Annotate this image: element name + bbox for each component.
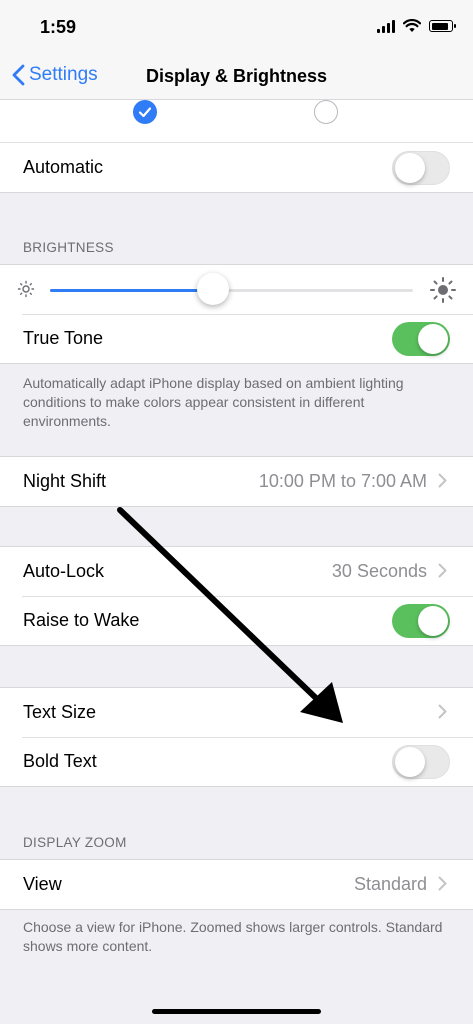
lock-group: Auto-Lock 30 Seconds Raise to Wake xyxy=(0,546,473,646)
brightness-slider-row xyxy=(0,265,473,314)
night-shift-row[interactable]: Night Shift 10:00 PM to 7:00 AM xyxy=(0,457,473,506)
chevron-right-icon xyxy=(438,876,447,891)
appearance-row xyxy=(0,100,473,142)
true-tone-toggle[interactable] xyxy=(392,321,450,356)
chevron-left-icon xyxy=(12,64,25,86)
navigation-bar: Settings Display & Brightness xyxy=(0,56,473,100)
bold-text-row: Bold Text xyxy=(0,737,473,786)
chevron-right-icon xyxy=(438,563,447,578)
cellular-signal-icon xyxy=(377,19,395,33)
true-tone-row: True Tone xyxy=(0,314,473,363)
view-label: View xyxy=(23,874,62,894)
auto-lock-label: Auto-Lock xyxy=(23,561,105,581)
auto-lock-row[interactable]: Auto-Lock 30 Seconds xyxy=(0,547,473,596)
brightness-slider-fill xyxy=(50,289,214,292)
night-shift-value: 10:00 PM to 7:00 AM xyxy=(258,471,427,491)
wifi-icon xyxy=(403,19,421,32)
raise-to-wake-label: Raise to Wake xyxy=(23,610,140,630)
view-value: Standard xyxy=(353,874,427,894)
display-zoom-footnote: Choose a view for iPhone. Zoomed shows l… xyxy=(23,919,443,954)
text-size-row[interactable]: Text Size xyxy=(0,688,473,737)
back-button[interactable]: Settings xyxy=(12,64,98,86)
back-label: Settings xyxy=(29,64,98,85)
home-indicator[interactable] xyxy=(152,1009,321,1014)
sun-small-icon xyxy=(17,280,35,298)
view-row[interactable]: View Standard xyxy=(0,860,473,909)
automatic-label: Automatic xyxy=(23,157,104,177)
chevron-right-icon xyxy=(438,704,447,719)
sun-large-icon xyxy=(430,277,456,303)
bold-text-toggle[interactable] xyxy=(392,744,450,779)
status-bar: 1:59 xyxy=(0,0,473,56)
raise-to-wake-toggle[interactable] xyxy=(392,603,450,638)
text-size-label: Text Size xyxy=(23,702,97,722)
night-shift-label: Night Shift xyxy=(23,471,107,491)
auto-lock-value: 30 Seconds xyxy=(331,561,427,581)
true-tone-label: True Tone xyxy=(23,328,104,348)
bold-text-label: Bold Text xyxy=(23,751,97,771)
display-zoom-header: DISPLAY ZOOM xyxy=(23,835,127,850)
automatic-toggle[interactable] xyxy=(392,150,450,185)
automatic-row: Automatic xyxy=(0,143,473,192)
checkmark-icon xyxy=(138,107,152,118)
night-shift-group: Night Shift 10:00 PM to 7:00 AM xyxy=(0,456,473,507)
display-zoom-group: View Standard xyxy=(0,859,473,910)
raise-to-wake-row: Raise to Wake xyxy=(0,596,473,645)
status-icons xyxy=(377,19,456,33)
true-tone-footnote: Automatically adapt iPhone display based… xyxy=(23,375,404,429)
text-group: Text Size Bold Text xyxy=(0,687,473,787)
appearance-light-checkmark[interactable] xyxy=(133,100,157,124)
brightness-group: True Tone xyxy=(0,264,473,364)
brightness-slider-thumb[interactable] xyxy=(197,273,230,305)
status-time: 1:59 xyxy=(40,17,77,37)
brightness-header: BRIGHTNESS xyxy=(23,240,114,255)
automatic-group: Automatic xyxy=(0,142,473,193)
battery-icon xyxy=(429,20,456,32)
appearance-dark-radio[interactable] xyxy=(314,100,338,124)
brightness-slider[interactable] xyxy=(50,289,413,292)
chevron-right-icon xyxy=(438,473,447,488)
